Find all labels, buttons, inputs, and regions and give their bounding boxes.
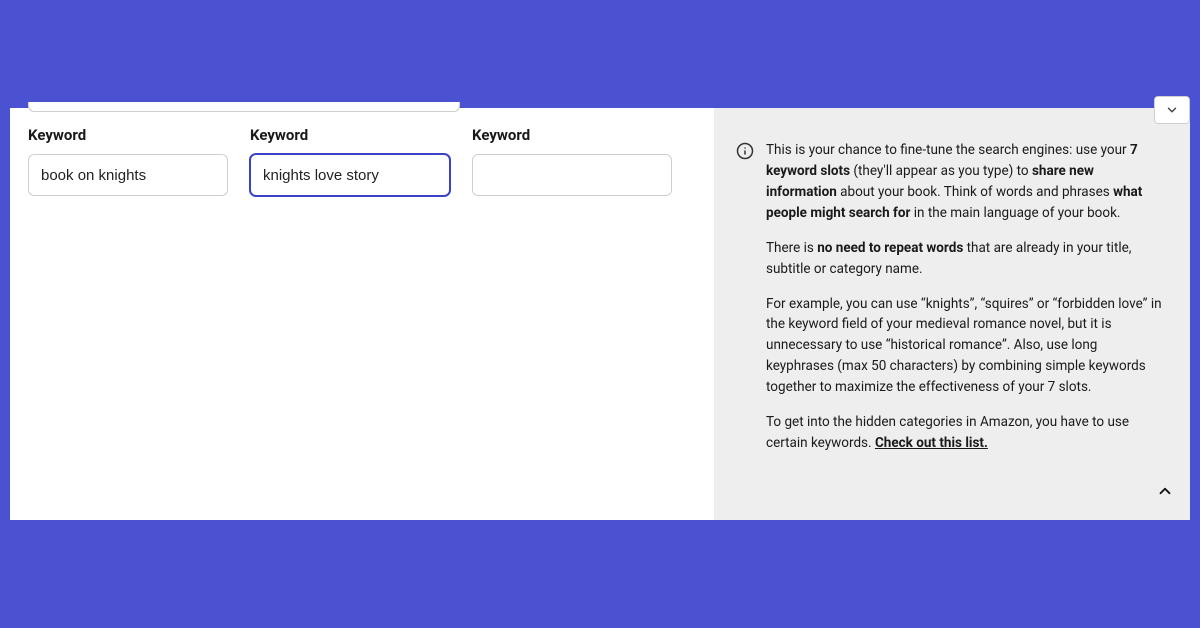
keyword-input-2[interactable] — [250, 154, 450, 196]
help-panel: This is your chance to fine-tune the sea… — [714, 108, 1190, 520]
keyword-input-3[interactable] — [472, 154, 672, 196]
help-paragraph-2: There is no need to repeat words that ar… — [766, 238, 1168, 280]
chevron-down-icon — [1165, 103, 1179, 117]
keyword-fields-row: Keyword Keyword Keyword — [10, 108, 714, 520]
chevron-up-icon — [1156, 482, 1174, 500]
check-list-link[interactable]: Check out this list. — [875, 435, 988, 451]
help-paragraph-3: For example, you can use “knights”, “squ… — [766, 294, 1168, 399]
help-p1-mid2: about your book. Think of words and phra… — [837, 184, 1113, 200]
keyword-label-1: Keyword — [28, 126, 228, 144]
help-p1-tail: in the main language of your book. — [910, 205, 1120, 221]
collapse-prev-button[interactable] — [1154, 96, 1190, 124]
help-p2-lead: There is — [766, 240, 817, 256]
info-icon-wrap — [736, 140, 754, 498]
help-p2-bold: no need to repeat words — [817, 240, 963, 256]
content-panel: Keyword Keyword Keyword T — [10, 108, 1190, 520]
keyword-group-2: Keyword — [250, 126, 450, 196]
collapse-help-button[interactable] — [1156, 482, 1174, 504]
help-p1-lead: This is your chance to fine-tune the sea… — [766, 142, 1130, 158]
keyword-group-1: Keyword — [28, 126, 228, 196]
help-paragraph-1: This is your chance to fine-tune the sea… — [766, 140, 1168, 224]
previous-field-partial — [28, 102, 460, 112]
keyword-group-3: Keyword — [472, 126, 672, 196]
keyword-input-1[interactable] — [28, 154, 228, 196]
help-p1-mid1: (they'll appear as you type) to — [850, 163, 1032, 179]
help-paragraph-4: To get into the hidden categories in Ama… — [766, 412, 1168, 454]
info-icon — [736, 142, 754, 160]
keyword-label-3: Keyword — [472, 126, 672, 144]
keyword-label-2: Keyword — [250, 126, 450, 144]
help-text: This is your chance to fine-tune the sea… — [766, 140, 1168, 498]
